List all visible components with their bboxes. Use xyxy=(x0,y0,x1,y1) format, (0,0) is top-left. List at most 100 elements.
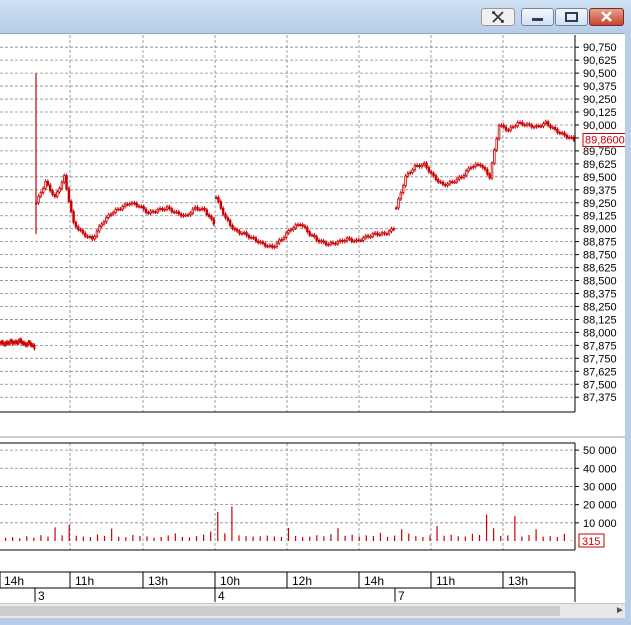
candle-body xyxy=(44,180,47,189)
candle-body xyxy=(437,179,440,183)
candle-body xyxy=(497,125,501,140)
candle-body xyxy=(200,207,204,210)
price-tick-label: 90,250 xyxy=(583,94,617,106)
candle-body xyxy=(168,206,171,210)
price-tick-label: 89,625 xyxy=(583,159,617,171)
candle-body xyxy=(448,181,452,185)
candle-body xyxy=(364,235,367,239)
price-tick-label: 88,250 xyxy=(583,301,617,313)
candle-body xyxy=(352,240,356,243)
candle-body xyxy=(320,240,323,243)
candle-body xyxy=(144,208,148,213)
candle-body xyxy=(493,149,496,164)
candle-body xyxy=(348,237,351,240)
candle-body xyxy=(86,235,89,238)
candle-body xyxy=(257,240,260,243)
candle-body xyxy=(359,239,363,242)
candle-body xyxy=(161,208,164,211)
candle-body xyxy=(488,173,491,179)
candle-body xyxy=(392,228,396,231)
scrollbar-thumb[interactable] xyxy=(0,606,560,616)
candle-body xyxy=(250,236,253,239)
candle-body xyxy=(193,206,197,210)
candle-body xyxy=(334,243,337,245)
window-bottom-frame xyxy=(0,618,631,625)
candle-body xyxy=(294,224,297,229)
candle-body xyxy=(133,202,136,205)
candle-body xyxy=(397,198,400,209)
candle-body xyxy=(130,202,134,205)
volume-gridlines xyxy=(0,443,575,550)
candle-body xyxy=(128,203,131,206)
candle-body xyxy=(81,229,85,234)
candle-body xyxy=(70,200,73,212)
candle-body xyxy=(39,192,43,197)
price-tick-label: 88,750 xyxy=(583,250,617,262)
window-right-frame xyxy=(625,33,631,618)
candle-body xyxy=(472,166,475,168)
price-tick-label: 89,500 xyxy=(583,172,617,184)
candle-body xyxy=(105,217,108,223)
volume-tick-label: 30 000 xyxy=(583,481,617,493)
candle-body xyxy=(205,209,209,216)
price-tick-label: 89,125 xyxy=(583,211,617,223)
last-volume-label: 315 xyxy=(582,536,600,548)
candle-body xyxy=(371,233,375,237)
candle-body xyxy=(299,224,302,226)
candle-body xyxy=(385,233,389,236)
candle-body xyxy=(532,126,536,129)
price-tick-label: 88,375 xyxy=(583,289,617,301)
candle-body xyxy=(235,229,239,232)
candle-body xyxy=(243,232,246,235)
candle-body xyxy=(252,236,255,239)
candle-body xyxy=(247,234,251,239)
candle-body xyxy=(233,228,237,231)
hour-label: 11h xyxy=(436,574,455,588)
candle-body xyxy=(572,136,576,141)
candle-body xyxy=(479,164,482,167)
candle-body xyxy=(558,132,562,134)
candle-body xyxy=(308,231,311,236)
candle-body xyxy=(170,208,173,213)
candle-body xyxy=(266,245,269,248)
candle-body xyxy=(387,230,391,235)
price-tick-label: 89,250 xyxy=(583,198,617,210)
candle-body xyxy=(444,184,447,186)
candle-body xyxy=(278,239,281,244)
price-tick-label: 87,500 xyxy=(583,379,617,391)
candle-body xyxy=(207,214,211,217)
candle-body xyxy=(423,162,426,166)
horizontal-scrollbar[interactable]: ► xyxy=(0,603,631,618)
price-tick-label: 90,500 xyxy=(583,68,617,80)
candle-body xyxy=(336,241,339,245)
chart-area[interactable]: 90,75090,62590,50090,37590,25090,12590,0… xyxy=(0,0,631,603)
candle-body xyxy=(390,228,393,232)
candle-body xyxy=(172,211,176,214)
candle-body xyxy=(528,123,531,126)
candle-body xyxy=(123,203,127,207)
candle-body xyxy=(327,243,330,246)
candle-body xyxy=(495,138,498,151)
candle-body xyxy=(362,237,365,241)
candle-body xyxy=(175,211,178,214)
candle-body xyxy=(163,208,166,211)
candle-body xyxy=(446,183,449,186)
candle-body xyxy=(338,239,342,243)
candle-body xyxy=(467,167,470,172)
candle-body xyxy=(84,232,87,237)
candle-body xyxy=(511,126,515,129)
candle-body xyxy=(140,206,143,208)
candle-body xyxy=(107,214,110,218)
candle-body xyxy=(77,226,80,230)
candle-body xyxy=(196,206,199,210)
candle-body xyxy=(516,121,519,127)
candle-body xyxy=(98,225,101,232)
candle-body xyxy=(310,234,314,237)
hour-label: 14h xyxy=(364,574,384,588)
candle-body xyxy=(460,176,463,179)
candle-body xyxy=(165,206,169,210)
candle-body xyxy=(280,239,283,242)
candle-body xyxy=(514,125,517,128)
candle-body xyxy=(261,241,265,244)
candle-body xyxy=(502,124,505,128)
